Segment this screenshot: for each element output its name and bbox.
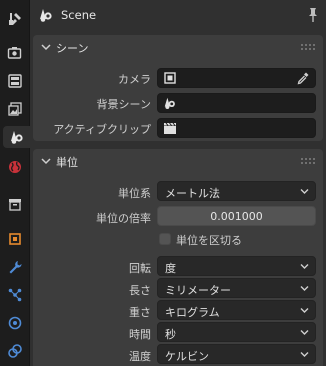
wrench-icon [9, 261, 22, 274]
time-dropdown[interactable]: 秒 [157, 322, 316, 342]
unit-system-label: 単位系 [118, 187, 151, 200]
chevron-down-icon [41, 158, 51, 165]
length-label: 長さ [129, 284, 151, 297]
tab-tool[interactable] [2, 8, 28, 30]
world-icon [9, 161, 21, 173]
drag-grip-icon[interactable] [301, 158, 315, 164]
chevron-down-icon [300, 352, 309, 357]
properties-tab-strip [0, 0, 30, 366]
unit-scale-field[interactable]: 0.001000 [157, 206, 316, 226]
mass-dropdown[interactable]: キログラム [157, 300, 316, 320]
camera-label: カメラ [118, 73, 151, 86]
scene-panel: シーン カメラ 背景シーン アクティブクリップ [33, 35, 323, 141]
clapperboard-icon [164, 122, 176, 134]
context-header: Scene [30, 0, 326, 30]
tab-output[interactable] [2, 70, 28, 92]
tab-modifiers[interactable] [2, 256, 28, 278]
separate-units-label: 単位を区切る [176, 234, 242, 247]
physics-icon [8, 316, 22, 330]
length-value: ミリメーター [165, 284, 231, 297]
drag-grip-icon[interactable] [301, 44, 315, 50]
tab-view-layer[interactable] [2, 98, 28, 120]
tab-physics[interactable] [2, 312, 28, 334]
chevron-down-icon [300, 286, 309, 291]
time-value: 秒 [165, 328, 176, 341]
scene-panel-title: シーン [56, 42, 89, 55]
units-panel-header[interactable]: 単位 [33, 149, 323, 173]
view-layer-icon [8, 102, 22, 116]
temperature-label: 温度 [129, 350, 151, 363]
particles-icon [8, 288, 22, 302]
active-clip-field[interactable] [157, 118, 316, 138]
rotation-dropdown[interactable]: 度 [157, 256, 316, 276]
tool-icon [9, 13, 21, 25]
rotation-value: 度 [165, 262, 176, 275]
camera-field[interactable] [157, 68, 316, 88]
camera-object-icon [164, 72, 176, 84]
properties-editor: Scene シーン カメラ 背景シーン アクティブクリップ 単位 単位系 メート… [0, 0, 326, 366]
constraints-icon [8, 344, 22, 358]
units-panel-title: 単位 [56, 156, 78, 169]
output-icon [8, 74, 22, 88]
collection-icon [9, 199, 21, 211]
context-title: Scene [61, 8, 97, 22]
tab-scene[interactable] [3, 126, 30, 148]
tab-render[interactable] [2, 42, 28, 64]
scene-icon [164, 97, 175, 109]
tab-constraints[interactable] [2, 340, 28, 362]
properties-main: Scene シーン カメラ 背景シーン アクティブクリップ 単位 単位系 メート… [30, 0, 326, 366]
tab-collection[interactable] [2, 193, 28, 215]
pin-icon[interactable] [306, 7, 320, 23]
active-clip-label: アクティブクリップ [53, 123, 151, 136]
background-scene-field[interactable] [157, 93, 316, 113]
chevron-down-icon [41, 44, 51, 51]
eyedropper-icon[interactable] [296, 71, 310, 85]
separate-units-checkbox[interactable] [159, 233, 171, 245]
object-icon [9, 233, 21, 245]
rotation-label: 回転 [129, 262, 151, 275]
render-icon [7, 47, 22, 59]
length-dropdown[interactable]: ミリメーター [157, 278, 316, 298]
tab-world[interactable] [2, 156, 28, 178]
mass-value: キログラム [165, 306, 220, 319]
tab-object[interactable] [2, 228, 28, 250]
unit-system-value: メートル法 [165, 187, 220, 200]
temperature-value: ケルビン [165, 350, 209, 363]
chevron-down-icon [300, 189, 309, 194]
mass-label: 重さ [129, 306, 151, 319]
background-scene-label: 背景シーン [96, 98, 151, 111]
chevron-down-icon [300, 330, 309, 335]
chevron-down-icon [300, 308, 309, 313]
time-label: 時間 [129, 328, 151, 341]
temperature-dropdown[interactable]: ケルビン [157, 344, 316, 364]
chevron-down-icon [300, 264, 309, 269]
scene-icon [10, 131, 23, 144]
tab-particles[interactable] [2, 284, 28, 306]
units-panel: 単位 単位系 メートル法 単位の倍率 0.001000 単位を区切る 回転 度 … [33, 149, 323, 366]
scene-icon [40, 9, 52, 22]
unit-scale-label: 単位の倍率 [96, 212, 151, 225]
scene-panel-header[interactable]: シーン [33, 35, 323, 59]
unit-system-dropdown[interactable]: メートル法 [157, 181, 316, 201]
